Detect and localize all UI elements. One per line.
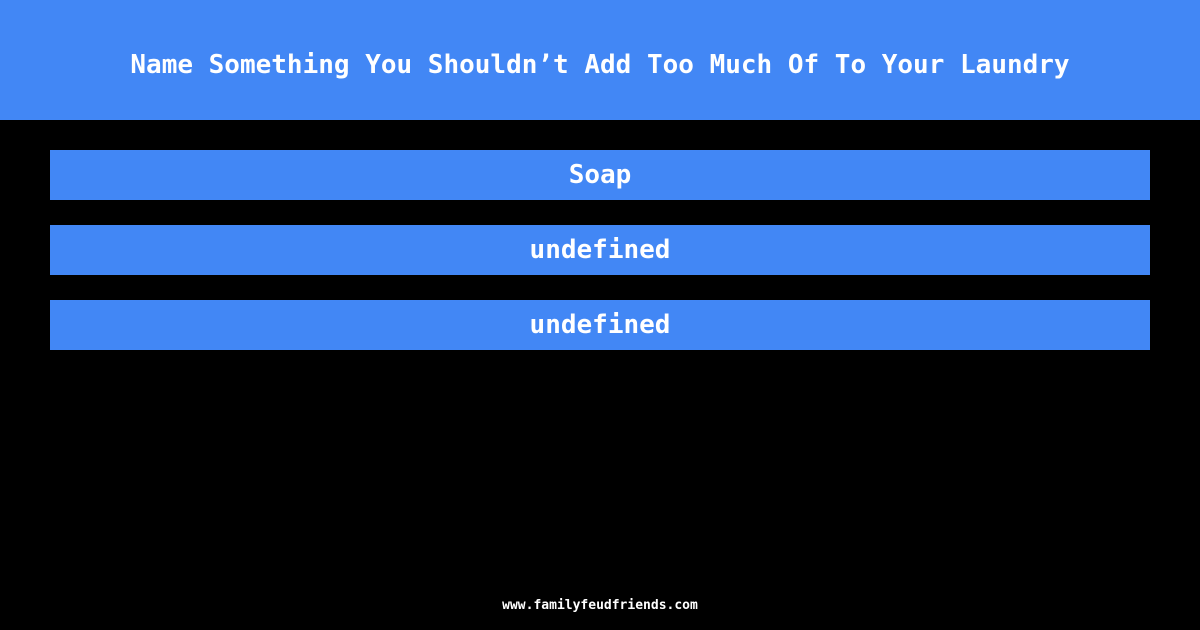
answer-bar-3: undefined [50, 300, 1150, 350]
answer-bar-2: undefined [50, 225, 1150, 275]
footer-site-url: www.familyfeudfriends.com [502, 598, 698, 613]
answer-text: undefined [529, 235, 671, 265]
question-header: Name Something You Shouldn’t Add Too Muc… [0, 0, 1200, 120]
answer-text: undefined [529, 310, 671, 340]
answer-list: Soap undefined undefined [50, 150, 1150, 375]
answer-bar-1: Soap [50, 150, 1150, 200]
question-title: Name Something You Shouldn’t Add Too Muc… [130, 50, 1070, 80]
answer-text: Soap [568, 160, 632, 190]
